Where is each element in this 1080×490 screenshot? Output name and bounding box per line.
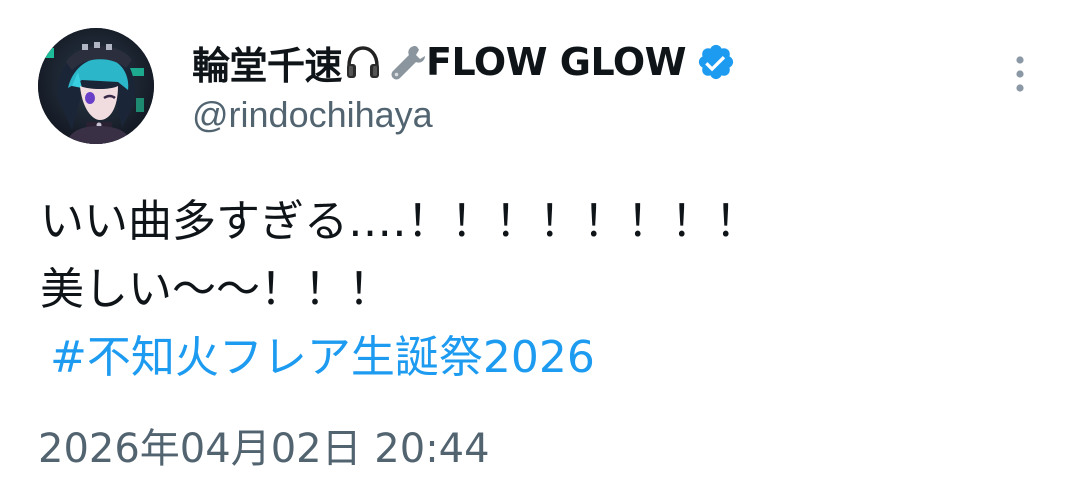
tweet-text-line: いい曲多すぎる‥‥！！！！！！！！ <box>40 196 759 247</box>
author-name-suffix[interactable]: FLOW GLOW <box>426 40 687 84</box>
more-options-button[interactable] <box>1000 50 1040 98</box>
tweet-text-line: 美しい〜〜！！！ <box>40 264 392 315</box>
hashtag-link[interactable]: #不知火フレア生誕祭2026 <box>40 324 1050 392</box>
more-vertical-icon <box>1016 56 1024 92</box>
verified-badge-icon[interactable] <box>696 42 736 82</box>
headphone-icon <box>343 42 383 82</box>
author-name-row[interactable]: 輪堂千速 FLOW GLOW <box>192 36 736 88</box>
author-handle[interactable]: @rindochihaya <box>192 94 433 136</box>
author-display-name[interactable]: 輪堂千速 <box>192 35 343 90</box>
wrench-icon <box>385 42 426 82</box>
tweet-body: いい曲多すぎる‥‥！！！！！！！！ 美しい〜〜！！！ #不知火フレア生誕祭202… <box>40 188 1050 392</box>
avatar[interactable] <box>38 28 154 144</box>
tweet: 輪堂千速 FLOW GLOW @rindochihaya いい曲多すぎる‥‥！！… <box>0 0 1080 490</box>
tweet-timestamp[interactable]: 2026年04月02日 20:44 <box>38 416 490 474</box>
